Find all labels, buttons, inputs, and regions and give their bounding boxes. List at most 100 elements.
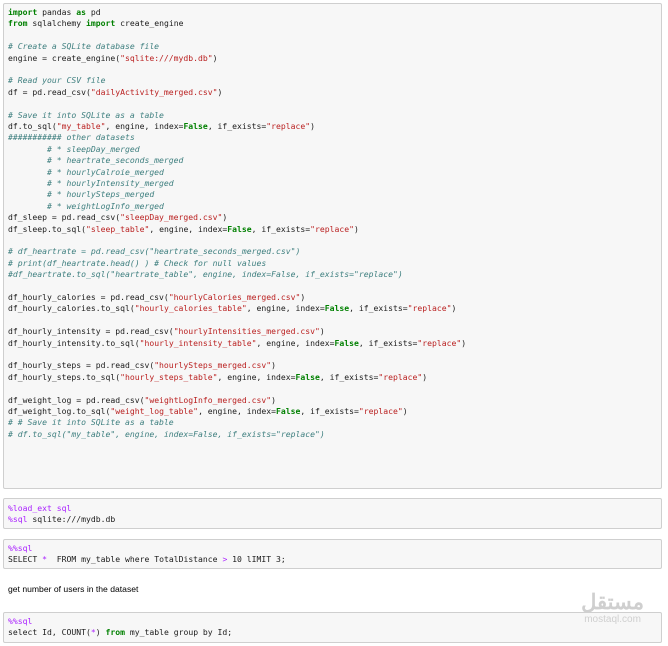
code-token: # * hourlySteps_merged xyxy=(8,189,155,200)
code-token: False xyxy=(227,223,252,234)
code-line: engine = create_engine("sqlite:///mydb.d… xyxy=(8,53,218,64)
code-token: , if_exists= xyxy=(358,337,418,348)
code-line: df_weight_log.to_sql("weight_log_table",… xyxy=(8,406,408,417)
code-token: # * weightLogInfo_merged xyxy=(8,200,164,211)
code-line: # Save it into SQLite as a table xyxy=(8,110,164,121)
code-token: from xyxy=(105,627,125,638)
markdown-cell-text: get number of users in the dataset xyxy=(8,584,139,594)
code-line: select Id, COUNT(*) from my_table group … xyxy=(8,627,232,638)
code-token: ) xyxy=(319,326,325,337)
code-token: , engine, index= xyxy=(246,303,325,314)
code-line: df_hourly_steps.to_sql("hourly_steps_tab… xyxy=(8,372,427,383)
code-token: df_hourly_intensity = pd.read_csv( xyxy=(8,326,174,337)
code-token: sqlalchemy xyxy=(27,18,86,29)
code-token: # * sleepDay_merged xyxy=(8,143,140,154)
code-token: ########### other datasets xyxy=(8,132,135,143)
code-token: df_hourly_calories.to_sql( xyxy=(8,303,135,314)
code-line: df_hourly_intensity = pd.read_csv("hourl… xyxy=(8,326,325,337)
code-token: "hourly_intensity_table" xyxy=(139,337,257,348)
code-token: df = pd.read_csv( xyxy=(8,86,91,97)
code-line: # * heartrate_seconds_merged xyxy=(8,155,183,166)
code-token: ) xyxy=(217,86,223,97)
code-line: # df.to_sql("my_table", engine, index=Fa… xyxy=(8,429,325,440)
code-token: sqlite:///mydb.db xyxy=(27,514,116,525)
code-token: "replace" xyxy=(407,303,452,314)
code-token: "my_table" xyxy=(56,121,106,131)
code-token: # df.to_sql("my_table", engine, index=Fa… xyxy=(8,428,325,439)
code-token: df_hourly_intensity.to_sql( xyxy=(8,337,140,348)
code-line: df_hourly_calories = pd.read_csv("hourly… xyxy=(8,292,305,303)
code-token: "hourly_steps_table" xyxy=(120,371,218,382)
code-line: from sqlalchemy import create_engine xyxy=(8,18,183,29)
code-cell-import-data[interactable]: import pandas as pd from sqlalchemy impor… xyxy=(3,3,662,489)
code-token: as xyxy=(76,7,86,17)
code-line: # # Save it into SQLite as a table xyxy=(8,417,174,428)
code-line: %sql sqlite:///mydb.db xyxy=(8,514,115,525)
code-token: , engine, index= xyxy=(149,223,228,234)
code-cell-load-sql[interactable]: %load_ext sql %sql sqlite:///mydb.db xyxy=(3,498,662,529)
code-token: "weightLogInfo_merged.csv" xyxy=(144,394,272,405)
code-token: ) xyxy=(271,360,277,371)
code-token: # print(df_heartrate.head() ) # Check fo… xyxy=(8,257,267,268)
code-line: ########### other datasets xyxy=(8,132,135,143)
code-token: "replace" xyxy=(266,121,311,131)
code-token: ) xyxy=(451,303,457,314)
code-token: #df_heartrate.to_sql("heartrate_table", … xyxy=(8,269,403,280)
code-line: # * weightLogInfo_merged xyxy=(8,201,164,212)
code-cell-count-users[interactable]: %%sql select Id, COUNT(*) from my_table g… xyxy=(3,612,662,643)
code-token: df_hourly_steps.to_sql( xyxy=(8,371,121,382)
code-line: df_hourly_steps = pd.read_csv("hourlySte… xyxy=(8,360,276,371)
code-token: pd xyxy=(85,7,101,17)
code-token: FROM my_table where TotalDistance xyxy=(47,554,223,565)
code-token: df_weight_log.to_sql( xyxy=(8,406,111,416)
code-token: ) xyxy=(95,627,106,638)
code-line: SELECT * FROM my_table where TotalDistan… xyxy=(8,554,286,565)
code-token: df_weight_log = pd.read_csv( xyxy=(8,394,145,405)
code-token: False xyxy=(183,121,208,131)
code-token: ) xyxy=(300,292,306,302)
code-token: %load_ext sql xyxy=(8,503,72,513)
code-cell-select-distance[interactable]: %%sql SELECT * FROM my_table where TotalD… xyxy=(3,539,662,569)
code-token: import xyxy=(85,18,116,29)
code-line: # * hourlyCalroie_merged xyxy=(8,167,164,178)
code-line: import pandas as pd xyxy=(8,7,101,18)
code-token: , if_exists= xyxy=(319,371,379,382)
code-token: "replace" xyxy=(417,337,462,348)
code-line: #df_heartrate.to_sql("heartrate_table", … xyxy=(8,269,403,280)
code-token: "weight_log_table" xyxy=(110,406,199,416)
code-token: "hourlySteps_merged.csv" xyxy=(154,360,272,371)
code-token: "hourlyIntensities_merged.csv" xyxy=(173,326,320,337)
code-token: , engine, index= xyxy=(105,121,184,131)
code-token: # Read your CSV file xyxy=(8,75,106,86)
code-token: import xyxy=(8,7,38,17)
code-token: %%sql xyxy=(8,616,33,626)
code-line: # * hourlySteps_merged xyxy=(8,189,154,200)
code-line: df_hourly_intensity.to_sql("hourly_inten… xyxy=(8,338,466,349)
code-token: "replace" xyxy=(310,223,355,234)
code-line: # Create a SQLite database file xyxy=(8,41,159,52)
code-token: , engine, index= xyxy=(217,371,296,382)
code-line: df.to_sql("my_table", engine, index=Fals… xyxy=(8,121,315,132)
code-line: df = pd.read_csv("dailyActivity_merged.c… xyxy=(8,87,222,98)
code-token: ) xyxy=(222,212,228,223)
code-line: df_sleep.to_sql("sleep_table", engine, i… xyxy=(8,224,359,235)
code-token: %sql xyxy=(8,514,28,525)
code-token: "hourly_calories_table" xyxy=(134,303,247,314)
code-line: df_hourly_calories.to_sql("hourly_calori… xyxy=(8,303,456,314)
code-token: ) xyxy=(212,52,218,63)
code-token: ) xyxy=(422,371,428,382)
code-token: my_table group by Id; xyxy=(124,627,233,638)
code-token: ) xyxy=(310,121,316,131)
code-line: # * sleepDay_merged xyxy=(8,144,140,155)
code-token: select Id, COUNT( xyxy=(8,627,91,638)
code-token: from xyxy=(8,18,28,29)
code-token: # Save it into SQLite as a table xyxy=(8,109,164,120)
code-token: False xyxy=(324,303,350,314)
code-token: "hourlyCalories_merged.csv" xyxy=(168,292,301,302)
code-token: df_sleep = pd.read_csv( xyxy=(8,212,121,223)
code-token: "replace" xyxy=(378,371,423,382)
code-token: df_hourly_calories = pd.read_csv( xyxy=(8,292,169,302)
code-token: , engine, index= xyxy=(256,337,335,348)
code-token: %%sql xyxy=(8,543,33,553)
code-token: # * heartrate_seconds_merged xyxy=(8,155,184,166)
